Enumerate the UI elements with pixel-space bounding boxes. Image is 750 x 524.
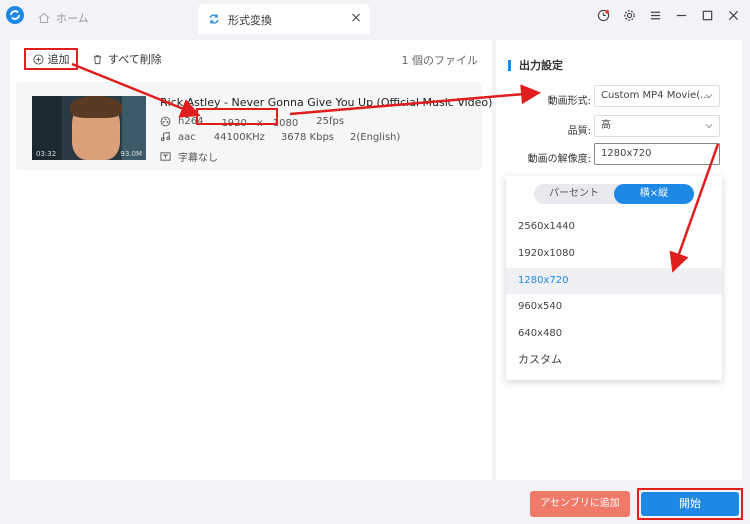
gear-icon[interactable]: [622, 8, 636, 22]
output-settings-title: 出力設定: [508, 60, 563, 71]
dimension-mode-button[interactable]: 横×縦: [614, 184, 694, 204]
chevron-down-icon: [705, 94, 713, 99]
delete-all-button[interactable]: すべて削除: [92, 51, 162, 67]
refresh-icon: [209, 14, 219, 24]
resolution-mode-toggle: パーセント 横×縦: [534, 184, 694, 204]
format-label: 動画形式:: [547, 96, 591, 107]
resolution-option-selected[interactable]: 1280x720: [506, 268, 722, 294]
subtitle-row[interactable]: 字幕なし: [160, 149, 230, 164]
quality-label: 品質:: [567, 126, 591, 137]
app-logo-icon: [6, 6, 24, 24]
file-item[interactable]: 03:32 93.0M Rick Astley - Never Gonna Gi…: [16, 82, 492, 170]
music-note-icon: [160, 131, 172, 143]
add-to-assembly-button[interactable]: アセンブリに追加: [530, 491, 630, 517]
close-window-icon[interactable]: [726, 8, 740, 22]
format-value: Custom MP4 Movie(...: [601, 90, 710, 101]
subtitle-icon: [160, 151, 172, 163]
thumb-hair: [70, 96, 122, 118]
video-thumbnail[interactable]: 03:32 93.0M: [32, 96, 146, 160]
film-reel-icon: [160, 116, 172, 128]
quality-value: 高: [601, 120, 611, 131]
delete-all-label: すべて削除: [108, 53, 162, 66]
start-button-highlight: 開始: [637, 488, 743, 520]
resolution-option[interactable]: 2560x1440: [506, 214, 722, 240]
maximize-icon[interactable]: [700, 8, 714, 22]
video-duration: 03:32: [36, 150, 57, 158]
add-button-label: 追加: [47, 53, 70, 66]
resolution-dropdown: パーセント 横×縦 2560x1440 1920x1080 1280x720 9…: [506, 176, 722, 380]
format-select[interactable]: Custom MP4 Movie(...: [594, 85, 720, 107]
resolution-option[interactable]: 640x480: [506, 321, 722, 347]
resolution-label: 動画の解像度:: [527, 154, 591, 165]
tab-home[interactable]: ホーム: [38, 10, 89, 26]
close-tab-icon[interactable]: ×: [350, 11, 362, 25]
minimize-icon[interactable]: [674, 8, 688, 22]
video-size: 93.0M: [120, 150, 142, 158]
percent-mode-button[interactable]: パーセント: [534, 184, 614, 204]
audio-channels: 2(English): [350, 131, 401, 143]
chevron-down-icon: [705, 124, 713, 129]
resolution-highlight-box: [196, 108, 278, 125]
start-button[interactable]: 開始: [641, 492, 739, 516]
resolution-option-custom[interactable]: カスタム: [506, 347, 722, 373]
audio-sample-rate: 44100KHz: [213, 131, 265, 143]
audio-meta-row: aac 44100KHz 3678 Kbps 2(English): [160, 131, 412, 143]
tab-convert-label: 形式変換: [228, 14, 272, 27]
video-fps: 25fps: [316, 116, 345, 127]
audio-codec: aac: [178, 131, 196, 143]
quality-select[interactable]: 高: [594, 115, 720, 137]
resolution-option[interactable]: 960x540: [506, 294, 722, 320]
tab-home-label: ホーム: [56, 12, 89, 25]
title-bar: ホーム 形式変換 ×: [0, 0, 750, 36]
file-list-panel: 追加 すべて削除 1 個のファイル 03:32 93.0M Rick Astle…: [10, 40, 492, 480]
resolution-value: 1280x720: [601, 148, 652, 159]
resolution-select[interactable]: 1280x720: [594, 143, 720, 165]
add-button[interactable]: 追加: [24, 48, 78, 70]
resolution-option[interactable]: 1920x1080: [506, 241, 722, 267]
file-count: 1 個のファイル: [401, 54, 479, 67]
home-icon: [38, 12, 50, 23]
subtitle-value: 字幕なし: [178, 153, 218, 164]
clock-icon[interactable]: [596, 8, 610, 22]
tab-convert[interactable]: 形式変換 ×: [198, 4, 370, 34]
audio-bitrate: 3678 Kbps: [280, 131, 334, 143]
plus-circle-icon: [32, 53, 44, 65]
trash-icon: [93, 54, 102, 64]
window-controls: [596, 8, 740, 22]
menu-icon[interactable]: [648, 8, 662, 22]
